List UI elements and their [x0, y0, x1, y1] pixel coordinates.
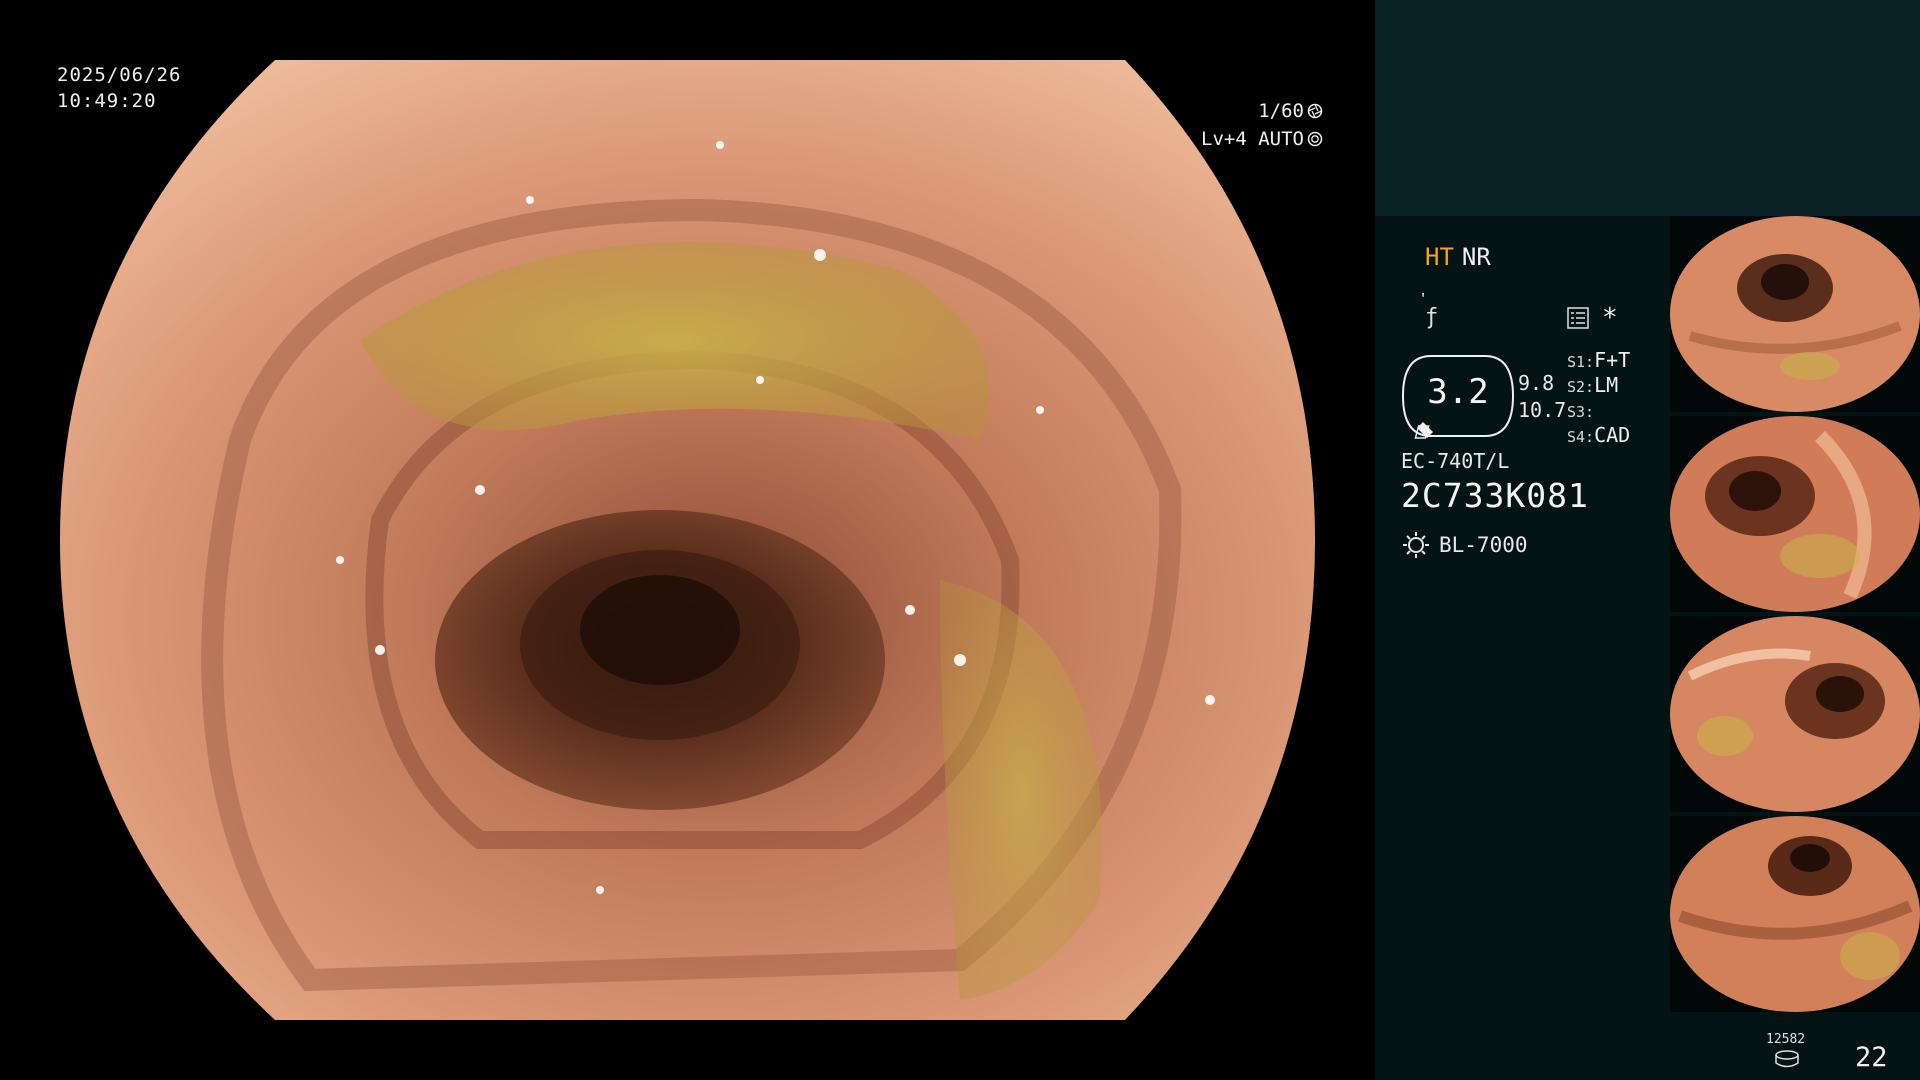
storage-icon: [1775, 1050, 1799, 1068]
switch-settings: S1:F+T S2:LM S3: S4:CAD: [1567, 348, 1630, 448]
captured-image-thumbnail[interactable]: [1670, 416, 1920, 612]
main-endoscope-view: 2025/06/26 10:49:20 1/60 Lv+4 AUTO: [0, 0, 1375, 1080]
magnification-value: 3.2: [1427, 372, 1489, 412]
function-symbol: ƒ: [1425, 305, 1439, 330]
exam-time: 10:49:20: [57, 90, 157, 112]
aperture-icon: [1307, 103, 1323, 119]
captured-image-thumbnail[interactable]: [1670, 216, 1920, 412]
captured-images: [1670, 216, 1920, 1016]
exposure-level: Lv+4 AUTO: [1201, 128, 1323, 150]
switch-setting-s3: S3:: [1567, 398, 1630, 423]
info-panel: HTNR ᡃ ƒ * 3.2 9.8 10.7 S1:F+T S2:LM S3:…: [1375, 0, 1920, 1080]
shutter-speed-value: 1/60: [1258, 100, 1304, 122]
exposure-level-value: Lv+4 AUTO: [1201, 128, 1304, 150]
switch-key: S1:: [1567, 353, 1595, 371]
switch-value: LM: [1594, 373, 1619, 397]
switch-key: S3:: [1567, 403, 1595, 421]
shutter-speed: 1/60: [1258, 100, 1323, 122]
image-mode: HT NR: [1425, 243, 1491, 271]
exam-date: 2025/06/26: [57, 64, 182, 86]
switch-setting-s2: S2:LM: [1567, 373, 1630, 398]
captured-image-thumbnail[interactable]: [1670, 616, 1920, 812]
switch-key: S2:: [1567, 378, 1595, 396]
switch-value: CAD: [1594, 423, 1631, 447]
scope-serial: 2C733K081: [1401, 476, 1589, 515]
info-panel-header: [1375, 0, 1920, 216]
gauge-value-top: 9.8: [1518, 371, 1555, 395]
switch-value: F+T: [1594, 348, 1631, 372]
endoscope-live-image: [60, 60, 1315, 1020]
switch-setting-s1: S1:F+T: [1567, 348, 1630, 373]
menu-list-icon: [1567, 307, 1589, 329]
mode-nr: NR: [1461, 243, 1491, 271]
image-count: 12582: [1766, 1032, 1806, 1047]
light-source: BL-7000: [1439, 533, 1528, 557]
capture-number: 22: [1855, 1042, 1888, 1073]
gauge-value-bottom: 10.7: [1518, 398, 1567, 422]
captured-image-thumbnail[interactable]: [1670, 816, 1920, 1012]
scope-model: EC-740T/L: [1401, 449, 1510, 473]
endoscopy-screen: 2025/06/26 10:49:20 1/60 Lv+4 AUTO HT NR …: [0, 0, 1920, 1080]
switch-key: S4:: [1567, 428, 1595, 446]
iris-icon: [1307, 131, 1323, 147]
switch-setting-s4: S4:CAD: [1567, 423, 1630, 448]
sun-icon: [1403, 532, 1429, 558]
asterisk-indicator: *: [1602, 303, 1618, 333]
mode-ht: HT: [1425, 243, 1454, 271]
